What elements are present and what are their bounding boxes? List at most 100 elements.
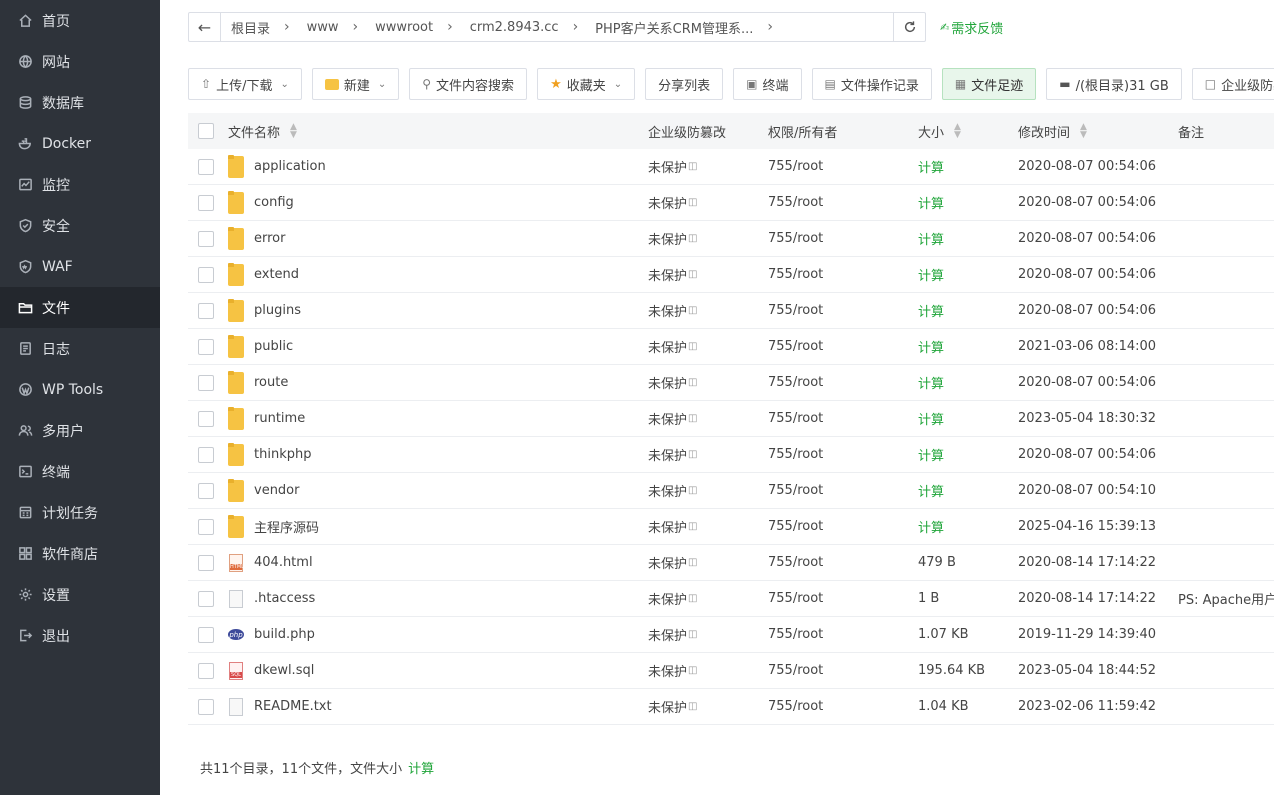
sidebar-item-calendar[interactable]: 计划任务 [0,492,160,533]
lock-icon[interactable]: ◫ [688,377,697,388]
file-size[interactable]: 计算 [918,445,944,464]
row-checkbox[interactable] [198,302,214,319]
table-row[interactable]: public 未保护 ◫ 755/root 计算 2021-03-06 08:14:00 [188,329,1274,365]
file-name[interactable]: dkewl.sql [254,663,314,678]
file-name[interactable]: public [254,339,293,354]
disk-button[interactable]: ▬ /(根目录)31 GB [1046,68,1182,100]
breadcrumb-item[interactable]: crm2.8943.cc [470,20,559,35]
table-row[interactable]: 主程序源码 未保护 ◫ 755/root 计算 2025-04-16 15:39:13 [188,509,1274,545]
row-checkbox[interactable] [198,194,214,211]
refresh-button[interactable] [893,13,925,41]
permission[interactable]: 755/root [768,519,823,534]
table-row[interactable]: 404.html 未保护◫ 755/root 479 B 2020-08-14 17:1… [188,545,1274,581]
protect-status[interactable]: 未保护 [648,481,687,500]
protect-status[interactable]: 未保护 [648,445,687,464]
row-checkbox[interactable] [198,338,214,355]
protect-status[interactable]: 未保护 [648,409,687,428]
row-checkbox[interactable] [198,518,214,535]
file-name[interactable]: .htaccess [254,591,315,606]
table-row[interactable]: plugins 未保护 ◫ 755/root 计算 2020-08-07 00:54:06 [188,293,1274,329]
header-size[interactable]: 大小 ▲ ▼ [918,113,961,149]
sidebar-item-gear[interactable]: 设置 [0,574,160,615]
sidebar-item-docker[interactable]: Docker [0,123,160,164]
permission[interactable]: 755/root [768,339,823,354]
protect-status[interactable]: 未保护 [648,661,687,680]
back-button[interactable]: ← [189,13,221,41]
file-name[interactable]: error [254,231,285,246]
file-name[interactable]: route [254,375,288,390]
upload-download-button[interactable]: ⇧ 上传/下载 ⌄ [188,68,302,100]
breadcrumb-item[interactable]: PHP客户关系CRM管理系... [595,18,753,37]
permission[interactable]: 755/root [768,195,823,210]
file-size[interactable]: 计算 [918,337,944,356]
table-row[interactable]: extend 未保护 ◫ 755/root 计算 2020-08-07 00:54:06 [188,257,1274,293]
file-size[interactable]: 计算 [918,229,944,248]
protect-status[interactable]: 未保护 [648,625,687,644]
protect-status[interactable]: 未保护 [648,157,687,176]
sidebar-item-terminal[interactable]: 终端 [0,451,160,492]
terminal-button[interactable]: ▣ 终端 [733,68,802,100]
table-row[interactable]: runtime 未保护 ◫ 755/root 计算 2023-05-04 18:30:32 [188,401,1274,437]
sidebar-item-log[interactable]: 日志 [0,328,160,369]
row-checkbox[interactable] [198,626,214,643]
table-row[interactable]: route 未保护 ◫ 755/root 计算 2020-08-07 00:54:06 [188,365,1274,401]
permission[interactable]: 755/root [768,303,823,318]
sidebar-item-shield[interactable]: 安全 [0,205,160,246]
breadcrumb-item[interactable]: 根目录 [231,18,270,37]
lock-icon[interactable]: ◫ [688,521,697,532]
permission[interactable]: 755/root [768,411,823,426]
file-name[interactable]: README.txt [254,699,332,714]
table-row[interactable]: vendor 未保护 ◫ 755/root 计算 2020-08-07 00:54:10 [188,473,1274,509]
lock-icon[interactable]: ◫ [688,269,697,280]
lock-icon[interactable]: ◫ [688,701,697,712]
lock-icon[interactable]: ◫ [688,341,697,352]
file-size[interactable]: 计算 [918,157,944,176]
row-checkbox[interactable] [198,590,214,607]
permission[interactable]: 755/root [768,267,823,282]
table-row[interactable]: application 未保护 ◫ 755/root 计算 2020-08-07 00:5… [188,149,1274,185]
header-mtime[interactable]: 修改时间 ▲ ▼ [1018,113,1087,149]
file-name[interactable]: application [254,159,326,174]
sidebar-item-logout[interactable]: 退出 [0,615,160,656]
protect-status[interactable]: 未保护 [648,553,687,572]
permission[interactable]: 755/root [768,591,823,606]
table-row[interactable]: README.txt 未保护 ◫ 755/root 1.04 KB 2023-02-06 … [188,689,1274,725]
file-name[interactable]: 404.html [254,555,313,570]
lock-icon[interactable]: ◫ [688,449,697,460]
file-size[interactable]: 计算 [918,517,944,536]
row-checkbox[interactable] [198,662,214,679]
feedback-link[interactable]: ✍ 需求反馈 [940,18,1003,37]
row-checkbox[interactable] [198,554,214,571]
tamper-protect-button[interactable]: □ 企业级防篡改 [1191,68,1274,100]
lock-icon[interactable]: ◫ [688,665,697,676]
lock-icon[interactable]: ◫ [688,161,697,172]
file-name[interactable]: plugins [254,303,301,318]
row-checkbox[interactable] [198,410,214,427]
row-checkbox[interactable] [198,230,214,247]
sidebar-item-globe[interactable]: 网站 [0,41,160,82]
permission[interactable]: 755/root [768,375,823,390]
sidebar-item-database[interactable]: 数据库 [0,82,160,123]
permission[interactable]: 755/root [768,663,823,678]
breadcrumb-item[interactable]: www [307,20,339,35]
protect-status[interactable]: 未保护 [648,337,687,356]
permission[interactable]: 755/root [768,231,823,246]
calc-size-link[interactable]: 计算 [408,762,434,777]
file-name[interactable]: vendor [254,483,299,498]
permission[interactable]: 755/root [768,699,823,714]
sidebar-item-waf[interactable]: WAF [0,246,160,287]
file-name[interactable]: runtime [254,411,305,426]
permission[interactable]: 755/root [768,483,823,498]
table-row[interactable]: config 未保护 ◫ 755/root 计算 2020-08-07 00:54:06 [188,185,1274,221]
protect-status[interactable]: 未保护 [648,517,687,536]
file-size[interactable]: 计算 [918,481,944,500]
lock-icon[interactable]: ◫ [688,557,697,568]
protect-status[interactable]: 未保护 [648,193,687,212]
select-all-checkbox[interactable] [198,123,214,139]
operation-log-button[interactable]: ▤ 文件操作记录 [811,68,932,100]
header-name[interactable]: 文件名称 ▲ ▼ [228,113,297,149]
permission[interactable]: 755/root [768,159,823,174]
file-name[interactable]: build.php [254,627,315,642]
note[interactable]: PS: Apache用户配 [1178,589,1274,608]
lock-icon[interactable]: ◫ [688,629,697,640]
